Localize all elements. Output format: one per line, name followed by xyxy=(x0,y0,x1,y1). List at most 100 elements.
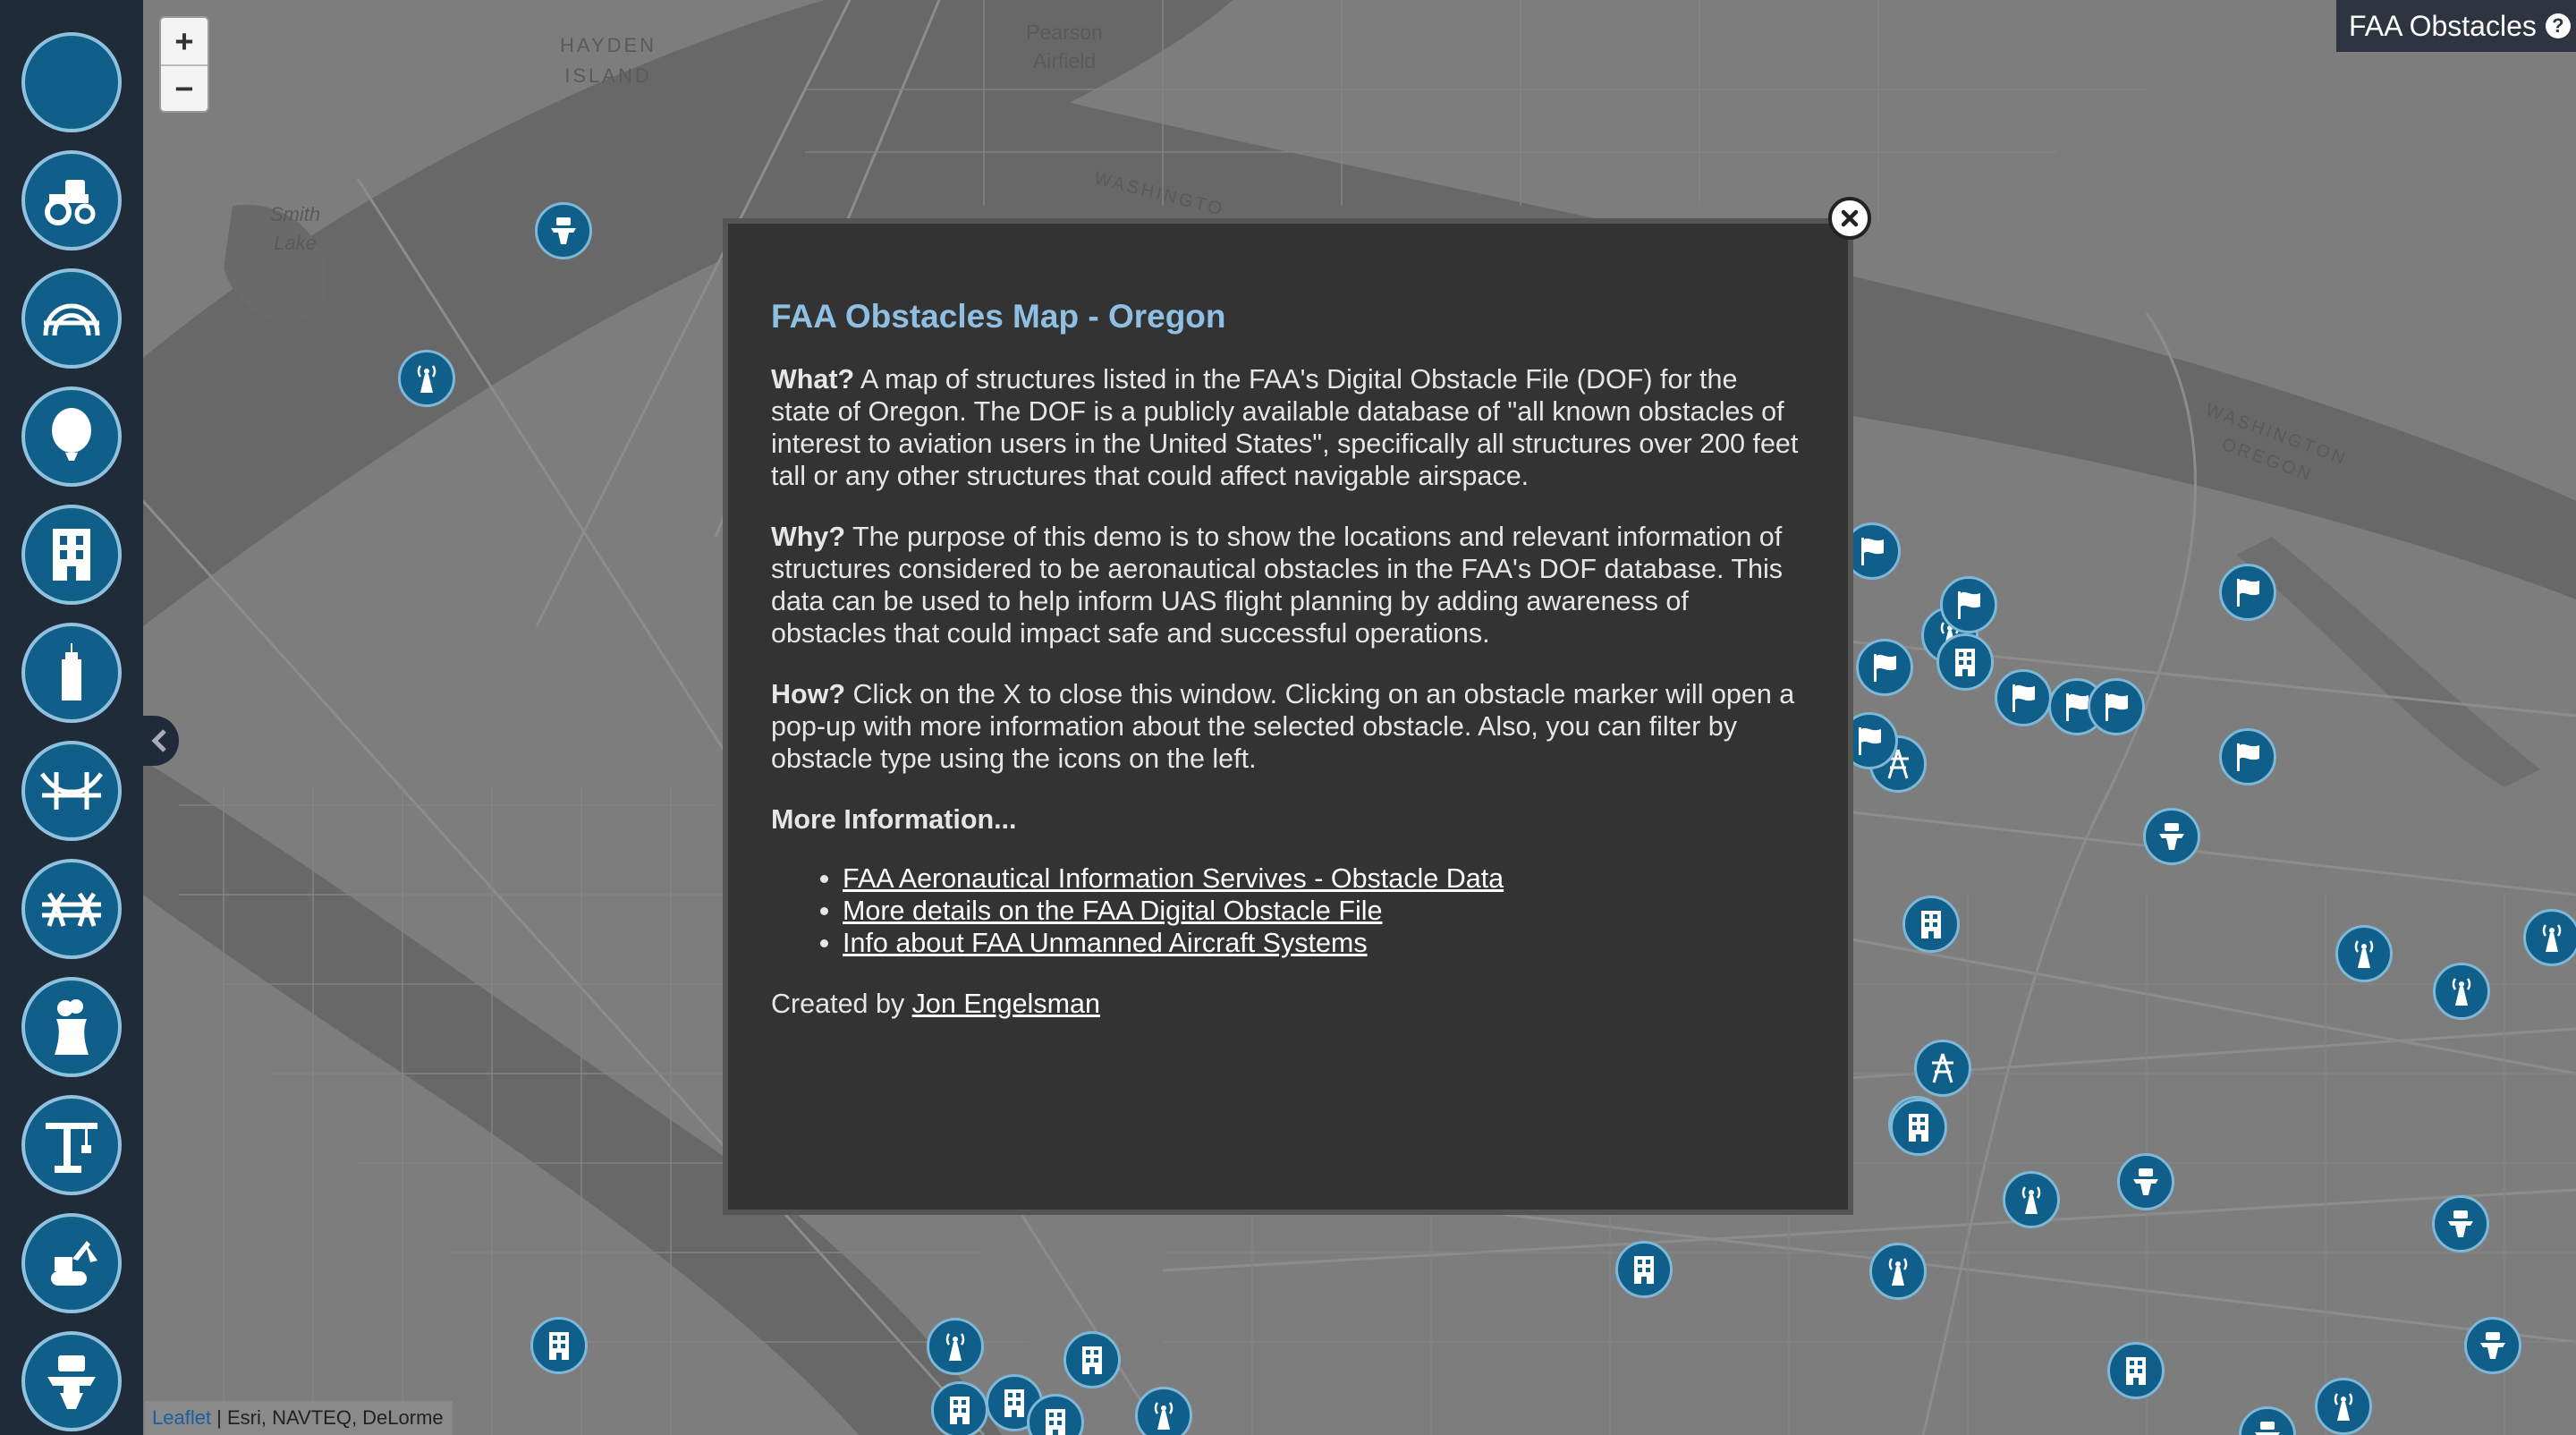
obstacle-marker-water-tower[interactable] xyxy=(2432,1195,2489,1252)
obstacle-marker-flag[interactable] xyxy=(2088,678,2145,735)
faa-uas-info-link[interactable]: Info about FAA Unmanned Aircraft Systems xyxy=(843,928,1368,958)
obstacle-marker-building[interactable] xyxy=(1890,1099,1947,1156)
antenna-icon xyxy=(945,1333,965,1361)
filter-all-button[interactable] xyxy=(21,32,122,132)
antenna-icon xyxy=(2021,1186,2041,1214)
crane-icon xyxy=(46,1123,97,1173)
cooling-tower-icon xyxy=(55,999,89,1055)
filter-cooling-tower-button[interactable] xyxy=(21,977,122,1077)
filter-ag-button[interactable] xyxy=(21,150,122,250)
faa-dof-details-link[interactable]: More details on the FAA Digital Obstacle… xyxy=(843,896,1383,926)
info-links-list: FAA Aeronautical Information Servives - … xyxy=(843,862,1801,959)
question-circle-icon[interactable]: ? xyxy=(2545,13,2571,38)
chevron-left-icon xyxy=(151,729,166,752)
flag-icon xyxy=(2106,693,2128,721)
what-text: A map of structures listed in the FAA's … xyxy=(771,364,1799,491)
flag-icon xyxy=(2237,579,2259,607)
obstacle-marker-flag[interactable] xyxy=(2219,728,2276,785)
list-item: FAA Aeronautical Information Servives - … xyxy=(843,862,1801,895)
building-icon xyxy=(1004,1389,1024,1417)
balloon-icon xyxy=(52,408,91,461)
filter-crane-button[interactable] xyxy=(21,1095,122,1195)
attribution-sources: | Esri, NAVTEQ, DeLorme xyxy=(211,1406,444,1429)
obstacle-marker-building[interactable] xyxy=(2107,1342,2165,1399)
obstacle-marker-antenna[interactable] xyxy=(2315,1378,2372,1435)
circle-icon xyxy=(40,51,103,114)
obstacle-marker-water-tower[interactable] xyxy=(2117,1153,2174,1210)
obstacle-marker-building[interactable] xyxy=(931,1381,988,1435)
why-paragraph: Why? The purpose of this demo is to show… xyxy=(771,521,1801,650)
filter-building-button[interactable] xyxy=(21,505,122,605)
water-tower-icon xyxy=(47,1355,96,1409)
author-link[interactable]: Jon Engelsman xyxy=(912,989,1100,1019)
zoom-out-button[interactable]: − xyxy=(161,64,208,111)
obstacle-marker-water-tower[interactable] xyxy=(2464,1317,2521,1374)
tall-building-icon xyxy=(62,643,81,701)
filter-construction-button[interactable] xyxy=(21,1213,122,1313)
faa-ais-obstacle-data-link[interactable]: FAA Aeronautical Information Servives - … xyxy=(843,863,1504,894)
obstacle-marker-water-tower[interactable] xyxy=(2143,808,2200,865)
more-info-label: More Information... xyxy=(771,804,1017,835)
info-modal: FAA Obstacles Map - Oregon What? A map o… xyxy=(723,218,1853,1215)
obstacle-marker-antenna[interactable] xyxy=(2335,925,2393,982)
building-icon xyxy=(1634,1256,1654,1284)
map-label-hayden-island: HAYDEN ISLAND xyxy=(559,34,657,87)
obstacle-marker-flag[interactable] xyxy=(1856,639,1913,696)
obstacle-marker-building[interactable] xyxy=(1902,896,1960,953)
flag-icon xyxy=(2012,684,2035,712)
antenna-icon xyxy=(2354,940,2374,968)
obstacle-marker-flag[interactable] xyxy=(1940,576,1997,633)
what-label: What? xyxy=(771,364,855,395)
filter-arch-button[interactable] xyxy=(21,268,122,369)
obstacle-marker-catenary[interactable] xyxy=(1914,1040,1971,1097)
filter-water-tower-button[interactable] xyxy=(21,1331,122,1431)
obstacle-marker-water-tower[interactable] xyxy=(535,202,592,259)
tractor-icon xyxy=(45,180,96,225)
filter-catenary-button[interactable] xyxy=(21,859,122,959)
zoom-control: + − xyxy=(159,16,209,113)
building-icon xyxy=(1082,1346,1102,1374)
obstacle-marker-flag[interactable] xyxy=(1995,669,2052,726)
obstacle-marker-building[interactable] xyxy=(1615,1241,1673,1298)
filter-bridge-button[interactable] xyxy=(21,741,122,841)
close-icon xyxy=(1841,209,1859,227)
what-paragraph: What? A map of structures listed in the … xyxy=(771,363,1801,492)
building-icon xyxy=(53,529,90,581)
obstacle-marker-building[interactable] xyxy=(1063,1331,1121,1388)
credits: Created by Jon Engelsman xyxy=(771,988,1801,1020)
app-title-badge[interactable]: FAA Obstacles ? xyxy=(2336,0,2576,52)
obstacle-marker-antenna[interactable] xyxy=(1869,1243,1927,1300)
obstacle-marker-flag[interactable] xyxy=(2219,564,2276,621)
zoom-in-button[interactable]: + xyxy=(161,18,208,64)
obstacle-marker-antenna[interactable] xyxy=(2003,1171,2060,1228)
antenna-icon xyxy=(1154,1402,1174,1430)
list-item: Info about FAA Unmanned Aircraft Systems xyxy=(843,927,1801,959)
flag-icon xyxy=(2237,743,2259,771)
antenna-icon xyxy=(417,365,436,393)
obstacle-marker-antenna[interactable] xyxy=(2523,909,2576,966)
leaflet-link[interactable]: Leaflet xyxy=(152,1406,211,1429)
flag-icon xyxy=(1958,591,1980,619)
water-tower-icon xyxy=(2255,1422,2280,1435)
obstacle-marker-antenna[interactable] xyxy=(398,350,455,407)
how-paragraph: How? Click on the X to close this window… xyxy=(771,678,1801,775)
obstacle-marker-building[interactable] xyxy=(1936,633,1994,691)
obstacle-marker-building[interactable] xyxy=(530,1317,588,1374)
building-icon xyxy=(950,1397,970,1424)
flag-icon xyxy=(1861,538,1884,565)
map-label-smith-lake: Smith Lake xyxy=(269,203,321,254)
flag-icon xyxy=(1874,654,1896,682)
flag-icon xyxy=(1859,727,1881,755)
building-icon xyxy=(1921,911,1941,938)
filter-balloon-button[interactable] xyxy=(21,386,122,487)
modal-close-button[interactable] xyxy=(1828,197,1871,240)
filter-sidebar xyxy=(0,0,143,1435)
map-label-pearson-airfield: Pearson Airfield xyxy=(1026,21,1103,72)
obstacle-marker-antenna[interactable] xyxy=(2433,963,2490,1020)
bridge-icon xyxy=(40,772,103,810)
filter-tall-building-button[interactable] xyxy=(21,623,122,723)
obstacle-marker-antenna[interactable] xyxy=(927,1318,984,1375)
water-tower-icon xyxy=(2448,1210,2473,1237)
how-label: How? xyxy=(771,679,846,709)
arch-icon xyxy=(43,303,100,336)
